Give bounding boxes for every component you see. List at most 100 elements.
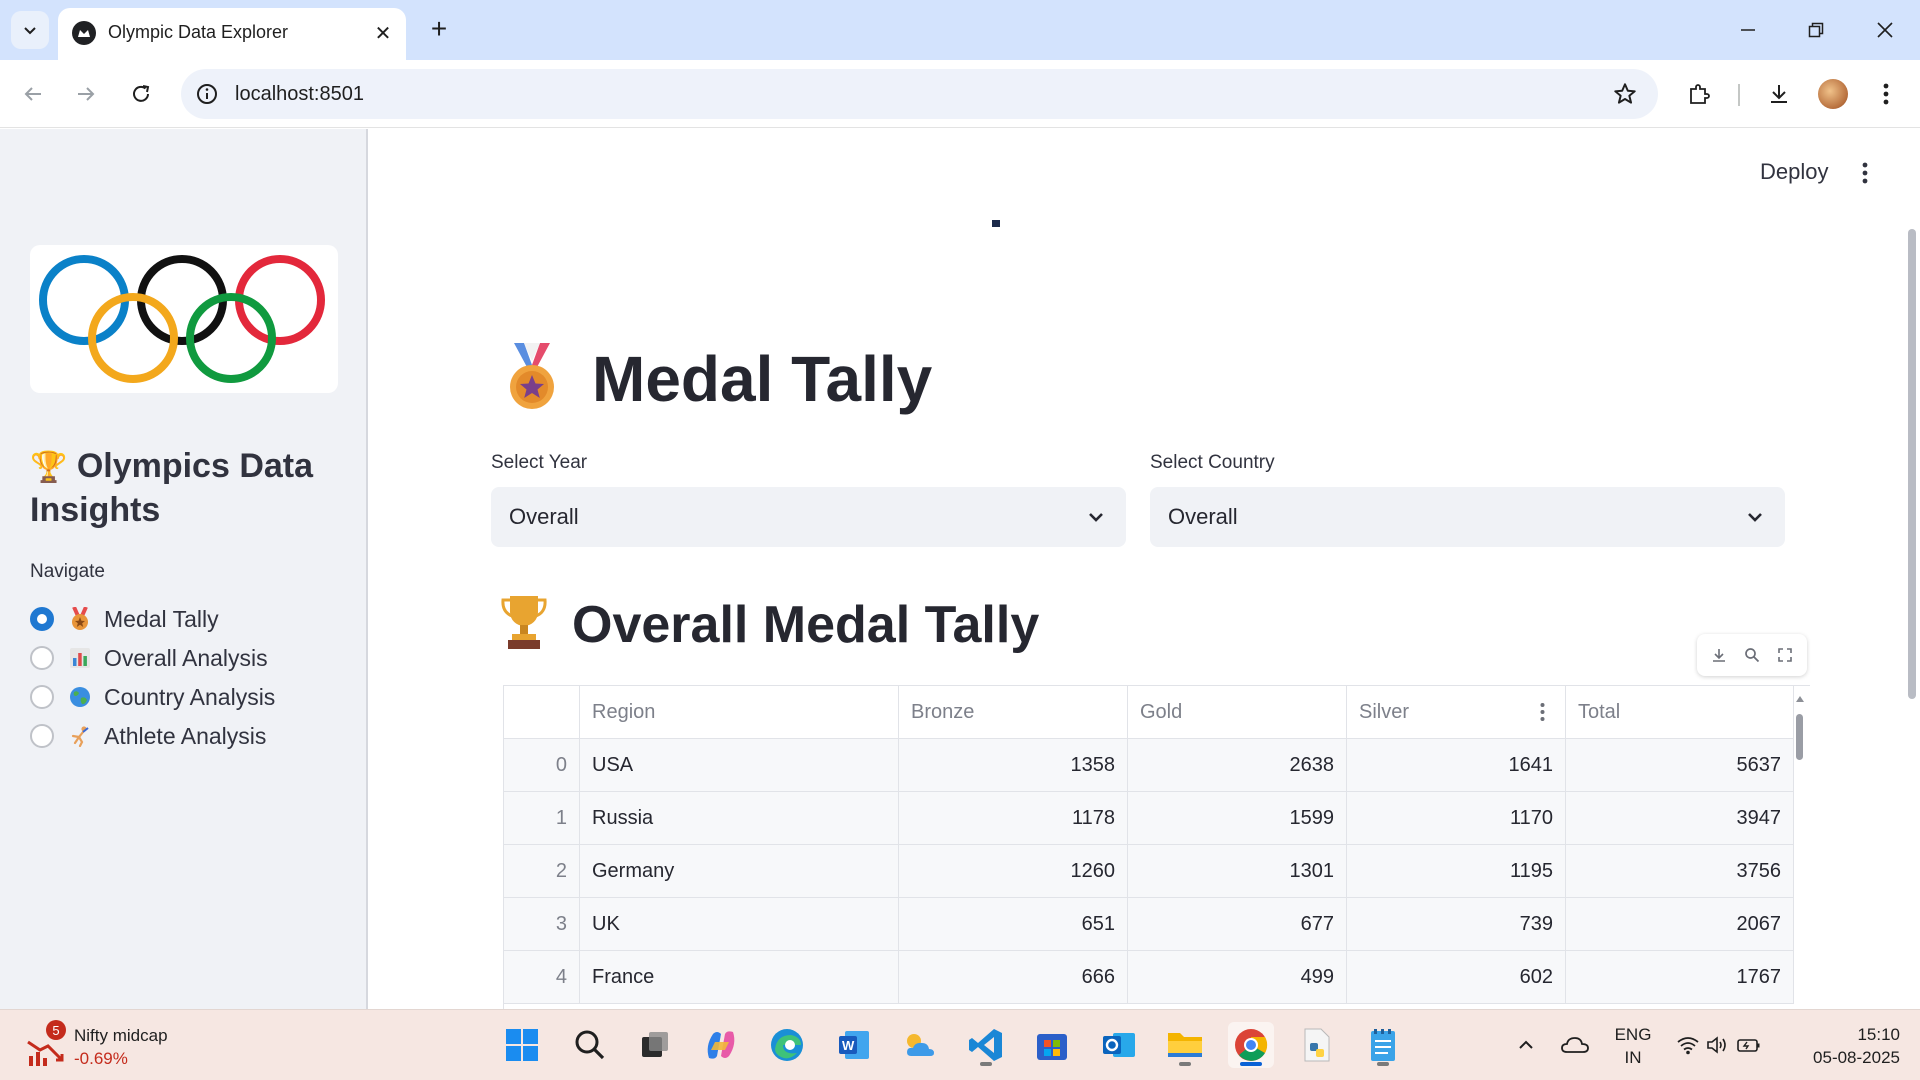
cell-silver[interactable]: 1195 xyxy=(1347,845,1566,897)
cell-bronze[interactable]: 1358 xyxy=(899,739,1128,791)
profile-button[interactable] xyxy=(1813,74,1853,114)
cell-silver[interactable]: 739 xyxy=(1347,898,1566,950)
minimize-button[interactable] xyxy=(1723,10,1773,50)
url-text[interactable]: localhost:8501 xyxy=(235,83,364,106)
cell-gold[interactable]: 1301 xyxy=(1128,845,1347,897)
radio-button-selected[interactable] xyxy=(30,607,54,631)
main-menu-icon[interactable] xyxy=(1862,162,1868,184)
cell-silver[interactable]: 602 xyxy=(1347,951,1566,1003)
new-tab-button[interactable]: + xyxy=(424,14,454,44)
download-icon[interactable] xyxy=(1711,647,1727,663)
system-tray-status[interactable] xyxy=(1669,1022,1769,1068)
language-indicator[interactable]: ENG IN xyxy=(1608,1023,1658,1069)
reload-button[interactable] xyxy=(121,74,161,114)
running-indicator xyxy=(980,1062,992,1066)
select-country-dropdown[interactable]: Overall xyxy=(1150,487,1785,547)
table-row[interactable]: 2 Germany 1260 1301 1195 3756 xyxy=(504,845,1794,898)
copilot-icon xyxy=(707,1031,735,1059)
restore-button[interactable] xyxy=(1791,10,1841,50)
close-window-button[interactable] xyxy=(1860,10,1910,50)
radio-button[interactable] xyxy=(30,724,54,748)
cell-region[interactable]: Germany xyxy=(580,845,899,897)
table-row[interactable]: 4 France 666 499 602 1767 xyxy=(504,951,1794,1004)
nav-option-country-analysis[interactable]: Country Analysis xyxy=(30,682,275,712)
cell-region[interactable]: UK xyxy=(580,898,899,950)
page-scrollbar[interactable] xyxy=(1908,229,1916,699)
taskbar-search-button[interactable] xyxy=(567,1022,613,1068)
select-year-dropdown[interactable]: Overall xyxy=(491,487,1126,547)
vscode-button[interactable] xyxy=(963,1022,1009,1068)
tab-close-icon[interactable]: ✕ xyxy=(370,20,396,46)
browser-tab-active[interactable]: Olympic Data Explorer ✕ xyxy=(58,8,406,60)
medal-tally-table[interactable]: Region Bronze Gold Silver Total 0 USA 13… xyxy=(503,685,1810,1015)
cell-total[interactable]: 3947 xyxy=(1566,792,1794,844)
cell-bronze[interactable]: 1178 xyxy=(899,792,1128,844)
avatar xyxy=(1818,79,1848,109)
table-row[interactable]: 0 USA 1358 2638 1641 5637 xyxy=(504,739,1794,792)
cell-gold[interactable]: 499 xyxy=(1128,951,1347,1003)
cell-bronze[interactable]: 1260 xyxy=(899,845,1128,897)
downloads-button[interactable] xyxy=(1759,74,1799,114)
deploy-button[interactable]: Deploy xyxy=(1760,159,1828,185)
site-info-icon[interactable] xyxy=(195,82,219,106)
cell-silver[interactable]: 1641 xyxy=(1347,739,1566,791)
edge-button[interactable] xyxy=(764,1022,810,1068)
bookmark-star-icon[interactable] xyxy=(1612,81,1638,107)
table-row[interactable]: 3 UK 651 677 739 2067 xyxy=(504,898,1794,951)
nav-option-medal-tally[interactable]: Medal Tally xyxy=(30,604,219,634)
tab-search-button[interactable] xyxy=(11,11,49,49)
extensions-button[interactable] xyxy=(1679,74,1719,114)
task-view-button[interactable] xyxy=(632,1022,678,1068)
copilot-button[interactable] xyxy=(698,1022,744,1068)
onedrive-button[interactable] xyxy=(1552,1022,1598,1068)
clock[interactable]: 15:10 05-08-2025 xyxy=(1800,1023,1900,1069)
cell-gold[interactable]: 677 xyxy=(1128,898,1347,950)
notepad-button[interactable] xyxy=(1360,1022,1406,1068)
scrollbar-thumb[interactable] xyxy=(1796,714,1803,760)
column-header-region[interactable]: Region xyxy=(580,686,899,738)
cell-total[interactable]: 5637 xyxy=(1566,739,1794,791)
cell-gold[interactable]: 1599 xyxy=(1128,792,1347,844)
forward-button[interactable] xyxy=(66,74,106,114)
browser-tab-strip: Olympic Data Explorer ✕ + xyxy=(0,0,1920,60)
address-bar[interactable]: localhost:8501 xyxy=(181,69,1658,119)
cell-region[interactable]: Russia xyxy=(580,792,899,844)
start-button[interactable] xyxy=(499,1022,545,1068)
cell-bronze[interactable]: 651 xyxy=(899,898,1128,950)
cell-region[interactable]: USA xyxy=(580,739,899,791)
column-header-total[interactable]: Total xyxy=(1566,686,1794,738)
back-button[interactable] xyxy=(13,74,53,114)
column-menu-icon[interactable] xyxy=(1540,702,1545,722)
cell-region[interactable]: France xyxy=(580,951,899,1003)
stock-widget[interactable]: 5 Nifty midcap -0.69% xyxy=(26,1020,266,1074)
chrome-menu-button[interactable] xyxy=(1866,74,1906,114)
table-scrollbar[interactable] xyxy=(1796,696,1804,1015)
cell-total[interactable]: 1767 xyxy=(1566,951,1794,1003)
chrome-button[interactable] xyxy=(1228,1022,1274,1068)
cell-bronze[interactable]: 666 xyxy=(899,951,1128,1003)
task-view-icon xyxy=(642,1032,668,1057)
search-icon[interactable] xyxy=(1744,647,1760,663)
cell-total[interactable]: 3756 xyxy=(1566,845,1794,897)
cell-silver[interactable]: 1170 xyxy=(1347,792,1566,844)
store-button[interactable] xyxy=(1029,1022,1075,1068)
column-header-gold[interactable]: Gold xyxy=(1128,686,1347,738)
radio-button[interactable] xyxy=(30,646,54,670)
python-button[interactable] xyxy=(1294,1022,1340,1068)
nav-option-overall-analysis[interactable]: Overall Analysis xyxy=(30,643,268,673)
column-header-silver[interactable]: Silver xyxy=(1347,686,1566,738)
nav-option-athlete-analysis[interactable]: Athlete Analysis xyxy=(30,721,266,751)
word-button[interactable]: W xyxy=(831,1022,877,1068)
scroll-up-icon[interactable] xyxy=(1796,696,1804,702)
show-hidden-icons-button[interactable] xyxy=(1503,1022,1549,1068)
weather-button[interactable] xyxy=(897,1022,943,1068)
outlook-button[interactable] xyxy=(1096,1022,1142,1068)
radio-button[interactable] xyxy=(30,685,54,709)
column-header-bronze[interactable]: Bronze xyxy=(899,686,1128,738)
table-row[interactable]: 1 Russia 1178 1599 1170 3947 xyxy=(504,792,1794,845)
cell-gold[interactable]: 2638 xyxy=(1128,739,1347,791)
file-explorer-button[interactable] xyxy=(1162,1022,1208,1068)
cell-total[interactable]: 2067 xyxy=(1566,898,1794,950)
fullscreen-icon[interactable] xyxy=(1777,647,1793,663)
olympic-rings-logo xyxy=(30,245,338,393)
